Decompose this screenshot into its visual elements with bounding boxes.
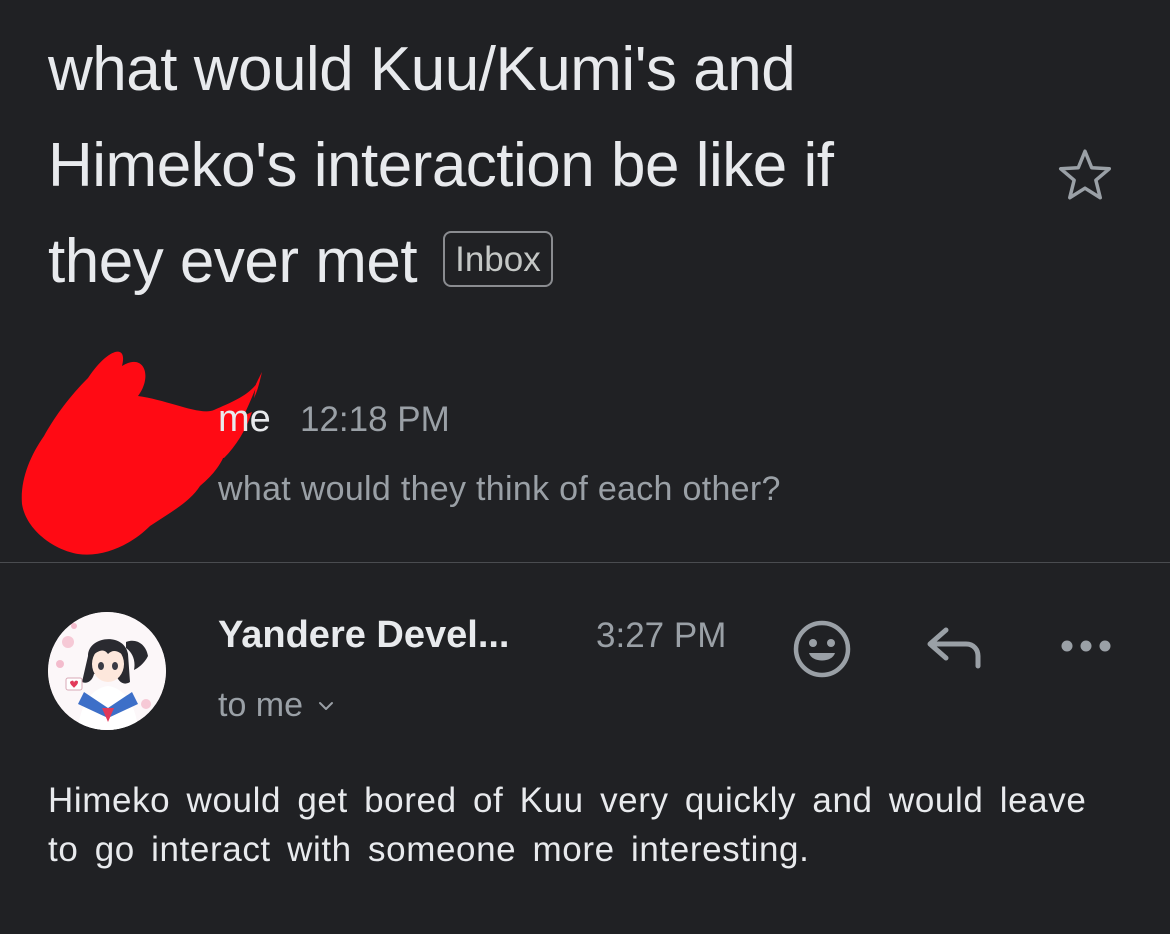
sender-name-me: me — [218, 398, 271, 440]
subject-line-3: they ever met Inbox — [48, 214, 968, 310]
anime-schoolgirl-avatar — [48, 612, 166, 730]
message-body: Himeko would get bored of Kuu very quick… — [48, 781, 1087, 869]
subject-line-3-text: they ever met — [48, 227, 418, 296]
more-horizontal-icon[interactable] — [1058, 634, 1114, 658]
redacted-avatar — [21, 351, 262, 555]
message-time: 3:27 PM — [596, 616, 727, 655]
subject-line-2: Himeko's interaction be like if — [48, 131, 834, 200]
add-reaction-icon[interactable] — [792, 619, 852, 679]
reply-icon[interactable] — [924, 622, 986, 672]
message-divider — [0, 562, 1170, 563]
subject-line-1: what would Kuu/Kumi's and — [48, 35, 796, 104]
recipient-label: to me — [218, 686, 304, 724]
star-icon[interactable] — [1054, 144, 1116, 206]
sender-avatar[interactable] — [48, 612, 166, 730]
chevron-down-icon — [319, 701, 334, 710]
message-snippet: what would they think of each other? — [218, 470, 781, 508]
sender-name: Yandere Devel... — [218, 614, 510, 656]
thread-subject: what would Kuu/Kumi's and Himeko's inter… — [48, 22, 968, 310]
inbox-label-chip[interactable]: Inbox — [443, 230, 553, 287]
recipient-details-toggle[interactable]: to me — [218, 686, 335, 725]
message-time: 12:18 PM — [300, 400, 450, 439]
